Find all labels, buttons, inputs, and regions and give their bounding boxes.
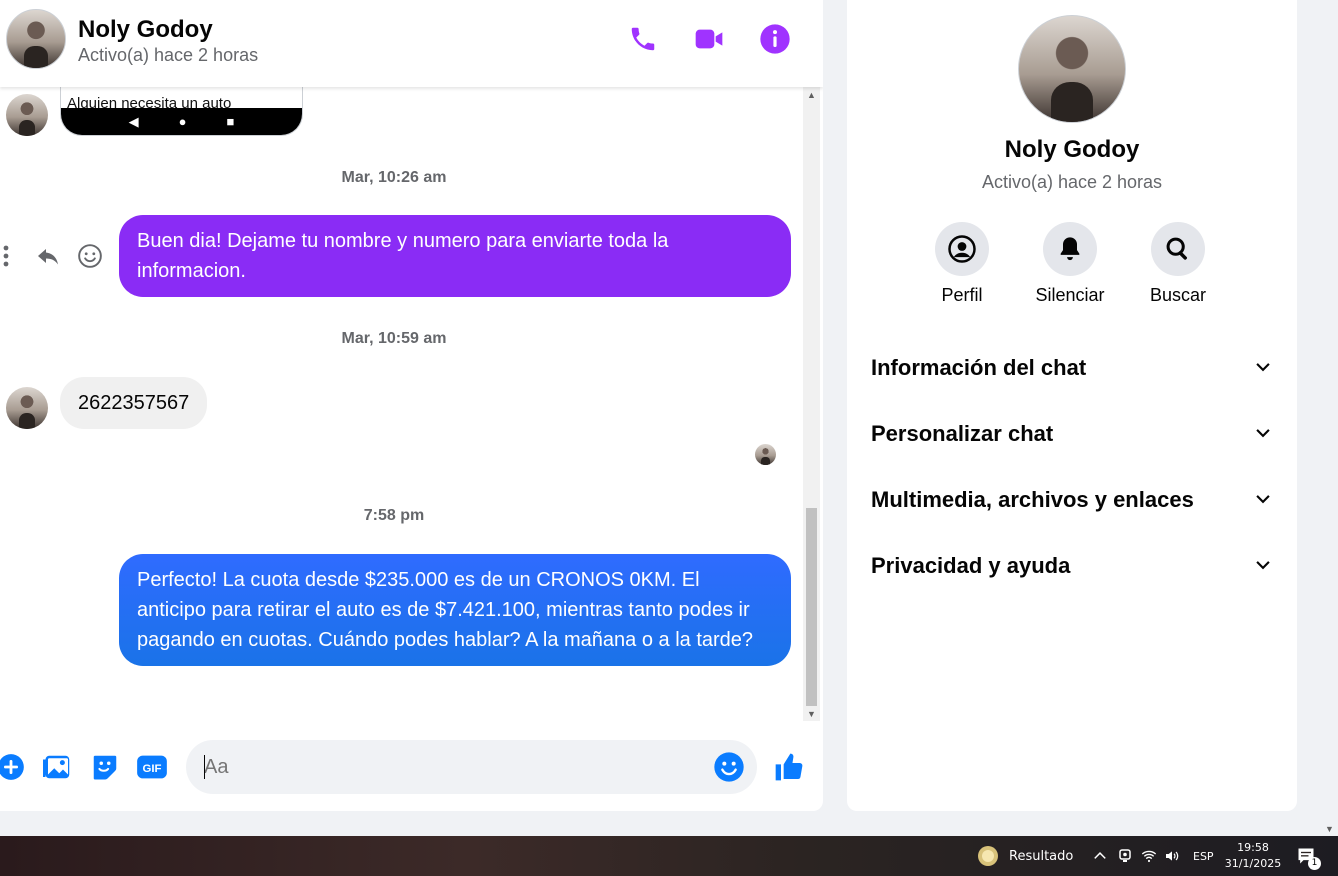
message-actions xyxy=(0,239,110,273)
search-action[interactable]: Buscar xyxy=(1128,222,1228,306)
notification-count-badge: 1 xyxy=(1308,857,1321,870)
outgoing-message[interactable]: Perfecto! La cuota desde $235.000 es de … xyxy=(119,554,791,666)
search-action-label: Buscar xyxy=(1149,285,1207,305)
message-list[interactable]: Alguien necesita un auto ◀ ● ■ Mar, 10:2… xyxy=(0,87,803,721)
home-circle-icon: ● xyxy=(178,114,187,129)
tray-overflow-button[interactable] xyxy=(1093,836,1107,876)
camera-tray-icon xyxy=(1119,849,1131,862)
voice-call-button[interactable] xyxy=(626,22,660,56)
network-button[interactable] xyxy=(1141,836,1157,876)
shared-image-preview[interactable]: Alguien necesita un auto ◀ ● ■ xyxy=(60,87,303,136)
mute-action[interactable]: Silenciar xyxy=(1020,222,1120,306)
timestamp: Mar, 10:59 am xyxy=(341,330,447,347)
attach-image-button[interactable] xyxy=(41,750,75,784)
seen-receipt-avatar xyxy=(755,444,776,465)
timestamp: Mar, 10:26 am xyxy=(341,169,447,186)
outgoing-message[interactable]: Buen dia! Dejame tu nombre y numero para… xyxy=(119,215,791,297)
timestamp: 7:58 pm xyxy=(363,507,425,524)
tray-meet-button[interactable] xyxy=(1118,836,1132,876)
section-title: Información del chat xyxy=(871,355,1087,380)
section-title: Personalizar chat xyxy=(871,421,1054,446)
volume-button[interactable] xyxy=(1163,836,1181,876)
page-scrollbar[interactable]: ▼ xyxy=(1321,0,1338,836)
chat-header: Noly Godoy Activo(a) hace 2 horas xyxy=(0,0,823,87)
back-triangle-icon: ◀ xyxy=(128,113,139,129)
chevron-down-icon xyxy=(1256,561,1270,570)
reply-icon[interactable] xyxy=(35,244,61,268)
contact-status: Activo(a) hace 2 horas xyxy=(78,45,259,65)
section-privacy-help[interactable]: Privacidad y ayuda xyxy=(871,544,1273,588)
sticker-button[interactable] xyxy=(88,750,122,784)
recents-square-icon: ■ xyxy=(226,114,235,129)
bell-icon xyxy=(1060,237,1080,261)
mute-action-label: Silenciar xyxy=(1035,285,1105,305)
gif-button[interactable]: GIF xyxy=(135,750,169,784)
contact-avatar[interactable] xyxy=(6,9,66,69)
phone-icon xyxy=(631,27,655,51)
message-input-box[interactable] xyxy=(186,740,757,794)
speaker-icon xyxy=(1166,851,1179,861)
taskbar-clock[interactable]: 19:58 31/1/2025 xyxy=(1220,840,1286,872)
section-title: Multimedia, archivos y enlaces xyxy=(871,487,1194,512)
section-title: Privacidad y ayuda xyxy=(871,553,1071,578)
like-button[interactable] xyxy=(772,750,806,784)
wifi-icon xyxy=(1141,850,1157,863)
weather-label: Resultado xyxy=(1009,848,1074,864)
message-avatar[interactable] xyxy=(6,387,48,429)
message-input[interactable] xyxy=(204,752,684,782)
notifications-button[interactable]: 1 xyxy=(1296,836,1321,876)
profile-avatar[interactable] xyxy=(1018,15,1126,123)
scroll-down-arrow-icon[interactable]: ▼ xyxy=(1325,824,1334,834)
clock-date: 31/1/2025 xyxy=(1224,857,1282,870)
info-icon xyxy=(760,24,790,54)
scroll-up-arrow-icon[interactable]: ▲ xyxy=(807,90,816,100)
scroll-down-arrow-icon[interactable]: ▼ xyxy=(807,709,816,719)
plus-icon xyxy=(0,754,24,780)
chat-panel: Noly Godoy Activo(a) hace 2 horas Alguie… xyxy=(0,0,823,811)
incoming-message[interactable]: 2622357567 xyxy=(60,377,208,429)
profile-action-label: Perfil xyxy=(941,285,983,305)
conversation-info-panel: Noly Godoy Activo(a) hace 2 horas Perfil… xyxy=(847,0,1297,811)
sticker-icon xyxy=(93,755,117,780)
chevron-down-icon xyxy=(1256,429,1270,438)
emoji-icon[interactable] xyxy=(713,751,745,783)
language-indicator[interactable]: ESP xyxy=(1193,836,1214,876)
clock-time: 19:58 xyxy=(1237,841,1269,854)
windows-taskbar: Resultado ESP 19:58 31/1/2025 1 xyxy=(0,836,1338,876)
like-icon xyxy=(775,753,803,781)
profile-action[interactable]: Perfil xyxy=(912,222,1012,306)
more-actions-button[interactable] xyxy=(0,750,28,784)
android-nav-bar: ◀ ● ■ xyxy=(61,108,302,135)
section-media-files-links[interactable]: Multimedia, archivos y enlaces xyxy=(871,478,1273,522)
video-call-button[interactable] xyxy=(692,22,726,56)
profile-name: Noly Godoy xyxy=(1004,136,1140,163)
message-avatar[interactable] xyxy=(6,94,48,136)
section-customize-chat[interactable]: Personalizar chat xyxy=(871,412,1273,456)
contact-name[interactable]: Noly Godoy xyxy=(78,16,213,44)
svg-text:GIF: GIF xyxy=(142,763,161,775)
react-emoji-icon[interactable] xyxy=(77,243,103,269)
video-icon xyxy=(695,29,723,49)
search-icon xyxy=(1166,237,1187,260)
profile-icon xyxy=(948,235,976,263)
conversation-info-button[interactable] xyxy=(758,22,792,56)
chevron-up-icon xyxy=(1094,852,1106,859)
text-caret xyxy=(204,755,205,779)
weather-sun-icon xyxy=(978,846,998,866)
profile-status: Activo(a) hace 2 horas xyxy=(981,172,1163,192)
gif-icon: GIF xyxy=(137,755,167,779)
chevron-down-icon xyxy=(1256,363,1270,372)
weather-widget[interactable]: Resultado xyxy=(976,836,1073,876)
scroll-thumb[interactable] xyxy=(806,508,817,706)
more-options-icon[interactable] xyxy=(2,244,10,268)
section-chat-info[interactable]: Información del chat xyxy=(871,346,1273,390)
chevron-down-icon xyxy=(1256,495,1270,504)
image-icon xyxy=(43,755,70,779)
message-scrollbar[interactable]: ▲ ▼ xyxy=(803,87,820,721)
composer: GIF xyxy=(0,735,823,800)
